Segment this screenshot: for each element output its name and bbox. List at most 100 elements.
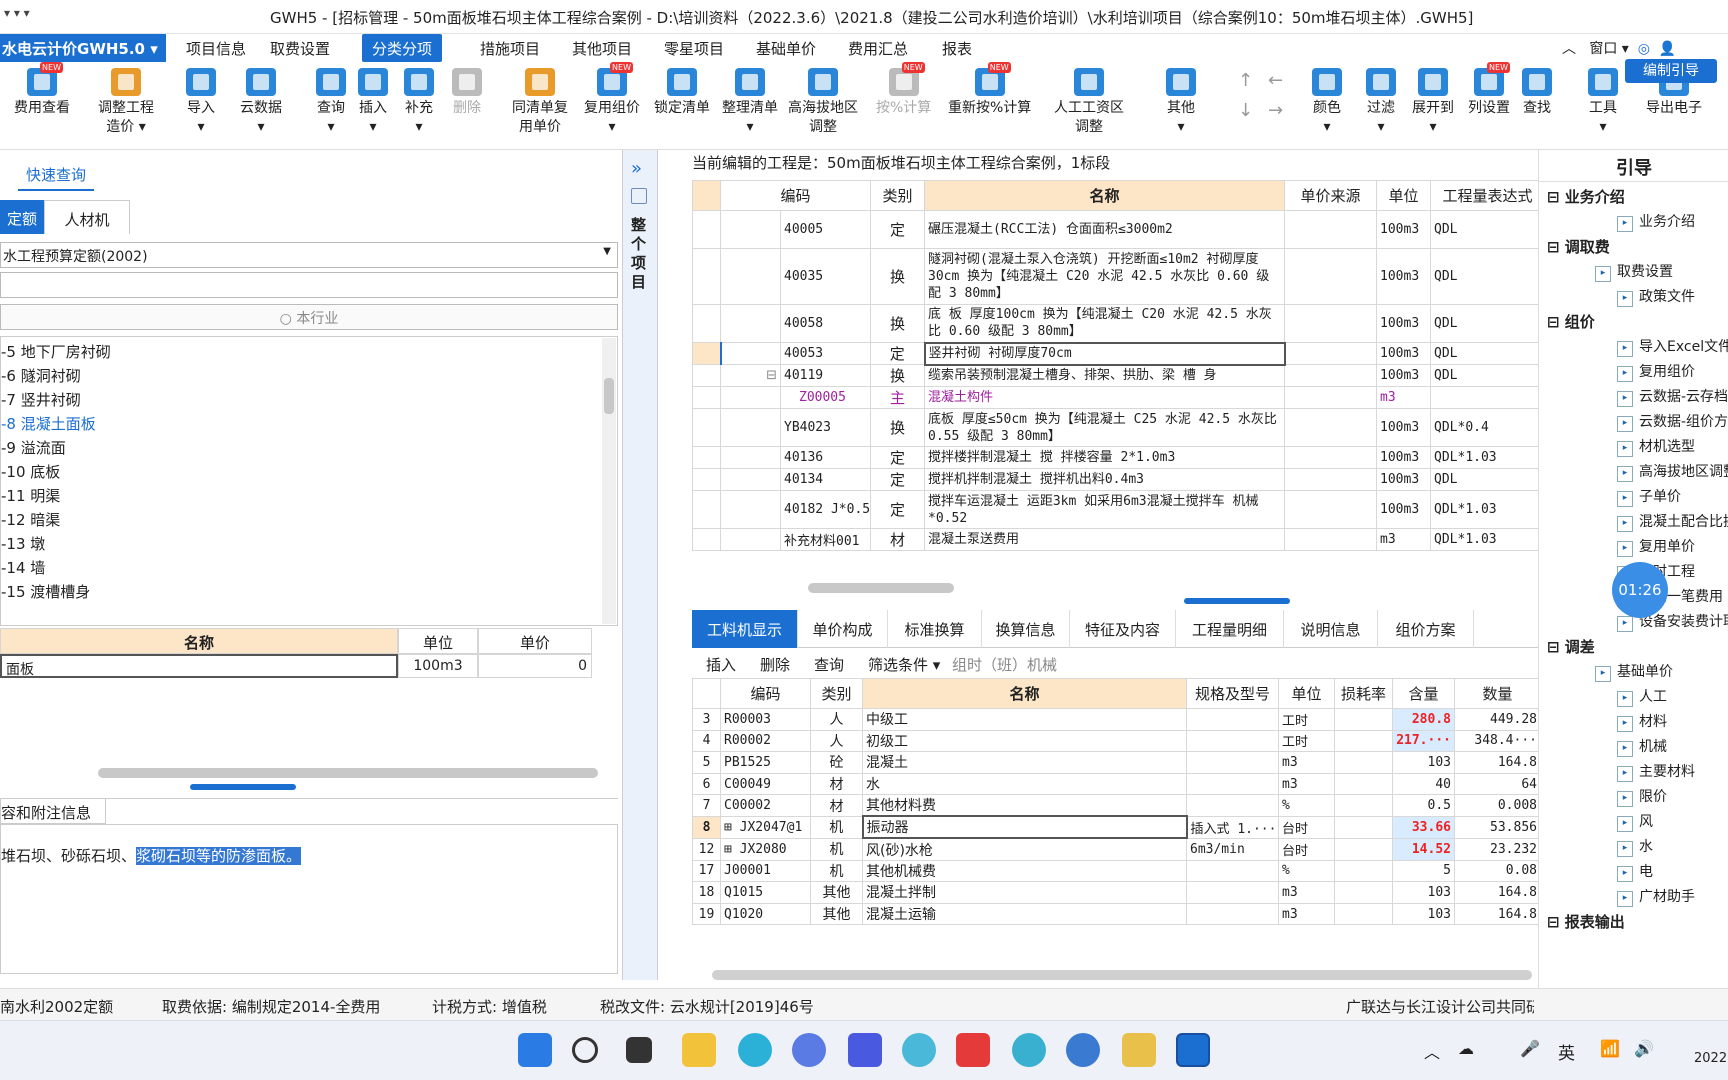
qty-expr-cell[interactable]: QDL bbox=[1430, 342, 1538, 365]
type-cell[interactable]: 其他 bbox=[810, 881, 863, 904]
tab-quick-query[interactable]: 快速查询 bbox=[18, 160, 95, 191]
code-cell[interactable]: 40005 bbox=[779, 210, 872, 249]
price-source-cell[interactable] bbox=[1284, 446, 1378, 469]
col-content[interactable]: 含量 bbox=[1392, 678, 1455, 709]
user-icon[interactable]: 👤 bbox=[1659, 41, 1676, 57]
type-cell[interactable]: 机 bbox=[810, 859, 863, 883]
window-menu-label[interactable]: 窗口 ▾ bbox=[1589, 41, 1628, 57]
quantity-cell[interactable]: 449.28 bbox=[1454, 708, 1538, 731]
edge-icon[interactable] bbox=[738, 1033, 772, 1067]
left-splitter-handle[interactable] bbox=[190, 784, 296, 790]
name-cell[interactable]: 混凝土运输 bbox=[862, 902, 1187, 926]
type-cell[interactable]: 砼 bbox=[810, 751, 863, 774]
row-number[interactable]: 5 bbox=[692, 751, 721, 774]
price-source-cell[interactable] bbox=[1284, 210, 1378, 249]
quantity-cell[interactable]: 164.8 bbox=[1454, 881, 1538, 904]
left-cell-price[interactable]: 0 bbox=[478, 654, 592, 678]
row-number[interactable]: 6 bbox=[692, 772, 721, 796]
qty-expr-cell[interactable]: QDL*1.03 bbox=[1430, 490, 1538, 529]
code-cell[interactable]: Q1020 bbox=[720, 902, 811, 926]
tab-notes[interactable]: 容和附注信息 bbox=[0, 798, 106, 824]
quota-row[interactable]: Z00005 主混凝土构件 m3 bbox=[692, 386, 1538, 409]
quantity-cell[interactable]: 64 bbox=[1454, 772, 1538, 796]
tree-line[interactable] bbox=[720, 248, 781, 305]
loss-rate-cell[interactable] bbox=[1334, 708, 1393, 731]
gwh-app-icon[interactable] bbox=[1176, 1033, 1210, 1067]
tree-item[interactable]: -12 暗渠 bbox=[1, 509, 60, 530]
task-view-icon[interactable] bbox=[626, 1037, 652, 1063]
content-cell[interactable]: 103 bbox=[1392, 751, 1455, 774]
subtab-quota[interactable]: 定额 bbox=[0, 200, 44, 234]
tree-line[interactable]: ⊟ bbox=[720, 364, 781, 387]
content-cell[interactable]: 40 bbox=[1392, 772, 1455, 796]
qty-expr-cell[interactable]: QDL*1.03 bbox=[1430, 446, 1538, 469]
unit-cell[interactable]: 100m3 bbox=[1376, 468, 1432, 491]
labor-material-row[interactable]: 8 ⊞ JX2047@1 机振动器 插入式 1.··· 台时 33.66 53.856 bbox=[692, 815, 1538, 840]
tree-item[interactable]: -9 溢流面 bbox=[1, 437, 66, 458]
chat-icon[interactable] bbox=[792, 1033, 826, 1067]
group-machine-button[interactable]: 组时（班）机械 bbox=[952, 654, 1057, 675]
col-code[interactable]: 编码 bbox=[720, 678, 811, 709]
code-cell[interactable]: ⊞ JX2047@1 bbox=[720, 815, 811, 839]
ribbon-insert-button[interactable]: 插入 ▾ bbox=[358, 68, 388, 137]
labor-material-row[interactable]: 7 C00002 材其他材料费% 0.5 0.008 bbox=[692, 794, 1538, 817]
detail-hscroll-thumb[interactable] bbox=[712, 970, 1532, 980]
type-cell[interactable]: 换 bbox=[870, 304, 926, 343]
ribbon-cloud-data-button[interactable]: 云数据 ▾ bbox=[240, 68, 282, 137]
main-splitter-handle[interactable] bbox=[1184, 598, 1290, 604]
name-cell[interactable]: 振动器 bbox=[861, 815, 1188, 840]
price-source-cell[interactable] bbox=[1284, 408, 1378, 447]
tree-item[interactable]: -13 墩 bbox=[1, 533, 45, 554]
row-indicator[interactable] bbox=[692, 248, 721, 305]
spec-cell[interactable] bbox=[1186, 772, 1279, 796]
qty-expr-cell[interactable]: QDL bbox=[1430, 210, 1538, 249]
name-cell[interactable]: 混凝土 bbox=[862, 751, 1187, 774]
col-code[interactable]: 编码 bbox=[719, 180, 872, 211]
unit-cell[interactable]: 100m3 bbox=[1376, 446, 1432, 469]
type-cell[interactable]: 机 bbox=[810, 837, 863, 861]
app-icon[interactable] bbox=[848, 1033, 882, 1067]
row-number[interactable]: 8 bbox=[692, 815, 721, 839]
quantity-cell[interactable]: 23.232 bbox=[1454, 837, 1538, 861]
mic-icon[interactable]: 🎤 bbox=[1520, 1039, 1540, 1058]
ribbon-lock-list-button[interactable]: 锁定清单 bbox=[654, 68, 710, 118]
unit-cell[interactable]: 台时 bbox=[1278, 837, 1335, 861]
content-cell[interactable]: 103 bbox=[1392, 881, 1455, 904]
name-cell[interactable]: 竖井衬砌 衬砌厚度70cm bbox=[923, 341, 1286, 366]
code-cell[interactable]: 40134 bbox=[779, 468, 872, 491]
detail-delete-button[interactable]: 删除 bbox=[760, 654, 790, 675]
menu-classified-items[interactable]: 分类分项 bbox=[362, 34, 443, 62]
code-cell[interactable]: R00002 bbox=[720, 729, 811, 753]
row-indicator[interactable] bbox=[692, 342, 722, 365]
volume-icon[interactable]: 🔊 bbox=[1634, 1039, 1654, 1058]
unit-cell[interactable]: 100m3 bbox=[1376, 342, 1432, 365]
row-indicator[interactable] bbox=[692, 490, 721, 529]
quota-row[interactable]: 补充材料001 材混凝土泵送费用 m3 QDL*1.03 bbox=[692, 528, 1538, 551]
quota-library-select[interactable]: 水工程预算定额(2002) ▼ bbox=[0, 242, 618, 268]
code-cell[interactable]: R00003 bbox=[720, 708, 811, 731]
arrow-down-icon[interactable]: ↓ bbox=[1238, 100, 1253, 121]
quantity-cell[interactable]: 164.8 bbox=[1454, 751, 1538, 774]
unit-cell[interactable]: 100m3 bbox=[1376, 210, 1432, 249]
windows-start-icon[interactable] bbox=[518, 1033, 552, 1067]
tree-line[interactable] bbox=[720, 490, 781, 529]
tree-scroll-thumb[interactable] bbox=[604, 378, 614, 414]
col-unit[interactable]: 单位 bbox=[1278, 678, 1335, 709]
quota-row[interactable]: 40058 换底 板 厚度100cm 换为【纯混凝土 C20 水泥 42.5 水灰… bbox=[692, 304, 1538, 343]
recording-timer[interactable]: 01:26 bbox=[1612, 562, 1668, 618]
code-cell[interactable]: 40035 bbox=[779, 248, 872, 305]
quota-search-input[interactable] bbox=[0, 272, 618, 298]
wifi-icon[interactable]: 📶 bbox=[1600, 1039, 1620, 1058]
ribbon-find-button[interactable]: 查找 bbox=[1522, 68, 1552, 118]
app3-icon[interactable] bbox=[1066, 1033, 1100, 1067]
help-icon[interactable]: ◎ bbox=[1638, 41, 1650, 57]
type-cell[interactable]: 定 bbox=[870, 490, 926, 529]
labor-material-row[interactable]: 12 ⊞ JX2080 机风(砂)水枪 6m3/min 台时 14.52 23.232 bbox=[692, 837, 1538, 861]
qty-expr-cell[interactable]: QDL*1.03 bbox=[1430, 528, 1538, 551]
unit-cell[interactable]: 台时 bbox=[1278, 815, 1335, 839]
guide-item[interactable]: 电 bbox=[1617, 861, 1653, 882]
arrow-right-icon[interactable]: → bbox=[1268, 100, 1283, 121]
type-cell[interactable]: 定 bbox=[870, 446, 926, 469]
tree-line[interactable] bbox=[720, 386, 781, 409]
name-cell[interactable]: 碾压混凝土(RCC工法) 仓面面积≤3000m2 bbox=[924, 210, 1286, 249]
